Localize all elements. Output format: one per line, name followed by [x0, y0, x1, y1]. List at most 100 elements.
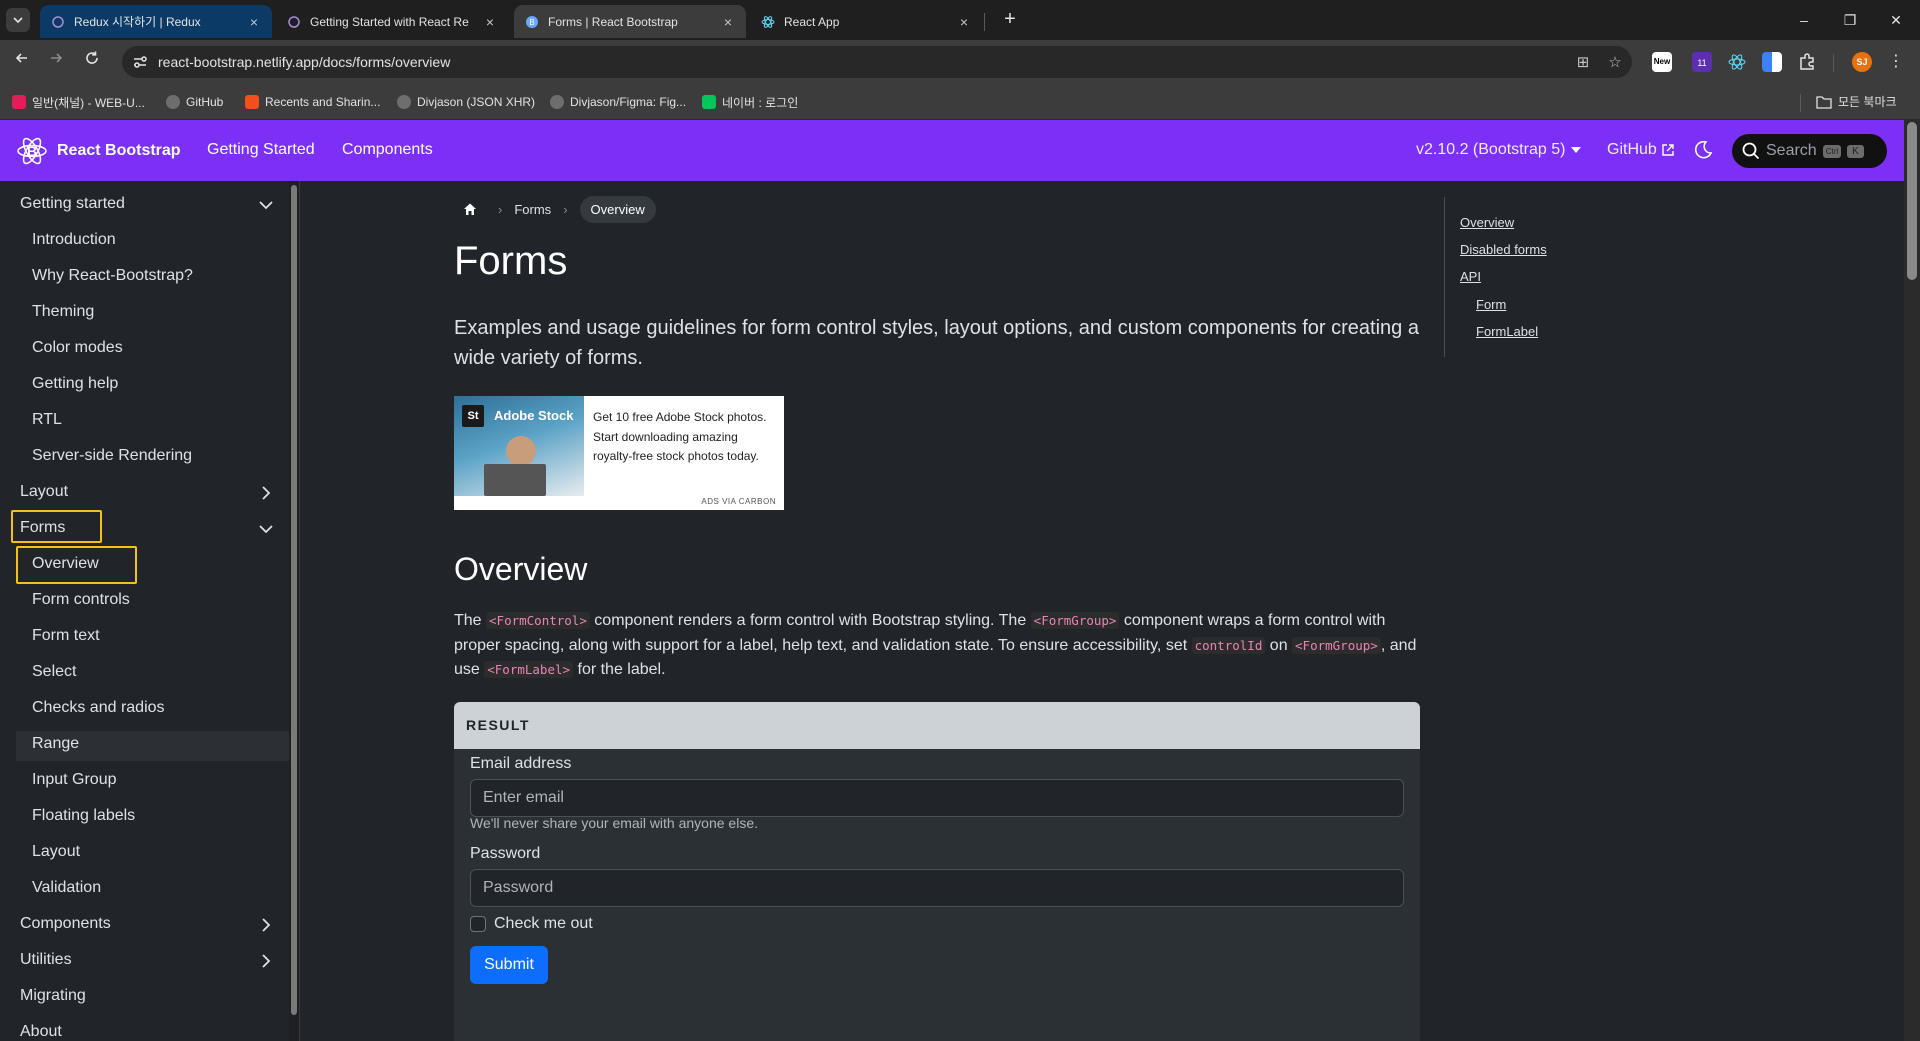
sidebar-item-why-react-bootstrap[interactable]: Why React-Bootstrap? — [32, 267, 193, 285]
sidebar-item-form-controls[interactable]: Form controls — [32, 591, 130, 609]
bookmark-item[interactable]: GitHub — [166, 93, 223, 111]
inline-code: <FormLabel> — [484, 661, 574, 678]
close-window-button[interactable]: ✕ — [1876, 8, 1916, 32]
chevron-down-icon[interactable] — [256, 519, 276, 539]
sidebar-item-form-text[interactable]: Form text — [32, 627, 100, 645]
address-bar[interactable]: react-bootstrap.netlify.app/docs/forms/o… — [122, 46, 1632, 78]
extension-badge-icon[interactable]: 11 — [1692, 52, 1712, 72]
new-tab-button[interactable]: + — [998, 8, 1022, 32]
sidebar-item-validation[interactable]: Validation — [32, 879, 101, 897]
sidebar-item-introduction[interactable]: Introduction — [32, 231, 116, 249]
close-tab-icon[interactable]: × — [246, 14, 262, 30]
sidebar-scrollbar[interactable] — [289, 181, 299, 1041]
browser-tab-redux[interactable]: Redux 시작하기 | Redux × — [40, 5, 272, 38]
breadcrumb-home[interactable] — [454, 195, 486, 223]
toc-link-disabled-forms[interactable]: Disabled forms — [1460, 242, 1547, 257]
github-link[interactable]: GitHub — [1607, 141, 1675, 159]
sidebar-item-select[interactable]: Select — [32, 663, 76, 681]
forward-button[interactable] — [44, 50, 68, 74]
theme-toggle-button[interactable] — [1693, 140, 1713, 160]
toc-link-api[interactable]: API — [1460, 269, 1481, 284]
sidebar-item-rtl[interactable]: RTL — [32, 411, 62, 429]
search-button[interactable]: Search Ctrl K — [1732, 134, 1887, 168]
chevron-down-icon[interactable] — [256, 195, 276, 215]
sidebar-item-getting-help[interactable]: Getting help — [32, 375, 118, 393]
browser-tab-getting-started[interactable]: Getting Started with React Re × — [276, 5, 508, 38]
page-scrollbar-thumb[interactable] — [1907, 122, 1917, 280]
bookmark-label: Divjason (JSON XHR) — [417, 95, 536, 109]
bookmark-item[interactable]: Divjason/Figma: Fig... — [550, 93, 686, 111]
submit-button[interactable]: Submit — [470, 946, 548, 984]
checkbox-box[interactable] — [470, 916, 486, 932]
sidebar-item-forms-layout[interactable]: Layout — [32, 843, 80, 861]
table-of-contents: Overview Disabled forms API Form FormLab… — [1444, 197, 1664, 357]
inline-code: <FormControl> — [486, 612, 590, 629]
chevron-right-icon[interactable] — [256, 483, 276, 503]
chevron-right-icon[interactable] — [256, 951, 276, 971]
toc-link-formlabel[interactable]: FormLabel — [1476, 324, 1538, 339]
reload-button[interactable] — [80, 50, 104, 74]
sidebar-group-migrating[interactable]: Migrating — [20, 987, 86, 1005]
bookmark-item[interactable]: Recents and Sharin... — [245, 93, 380, 111]
close-tab-icon[interactable]: × — [482, 14, 498, 30]
all-bookmarks-label: 모든 북마크 — [1838, 95, 1897, 109]
browser-tab-react-app[interactable]: React App × — [750, 5, 982, 38]
extension-doc-icon[interactable] — [1762, 52, 1782, 72]
nav-getting-started[interactable]: Getting Started — [207, 141, 315, 159]
page-scrollbar[interactable] — [1904, 120, 1920, 1041]
browser-tab-forms[interactable]: B Forms | React Bootstrap × — [514, 5, 746, 38]
restore-button[interactable]: ❐ — [1830, 8, 1870, 32]
chevron-right-icon[interactable] — [256, 915, 276, 935]
extensions-puzzle-icon[interactable] — [1797, 52, 1817, 72]
password-field[interactable]: Password — [470, 869, 1404, 907]
redux-icon — [50, 14, 66, 30]
back-button[interactable] — [10, 50, 34, 74]
sidebar-group-utilities[interactable]: Utilities — [20, 951, 72, 969]
checkbox-label[interactable]: Check me out — [494, 915, 593, 933]
nav-components[interactable]: Components — [342, 141, 433, 159]
sidebar-item-theming[interactable]: Theming — [32, 303, 94, 321]
brand-text: React Bootstrap — [57, 142, 181, 159]
brand-link[interactable]: B React Bootstrap — [16, 135, 181, 167]
sidebar-group-getting-started[interactable]: Getting started — [20, 195, 125, 213]
close-tab-icon[interactable]: × — [720, 14, 736, 30]
email-field[interactable]: Enter email — [470, 779, 1404, 817]
sidebar-item-input-group[interactable]: Input Group — [32, 771, 117, 789]
reload-icon — [86, 51, 98, 64]
breadcrumb-forms[interactable]: Forms — [514, 202, 551, 217]
sidebar-group-components[interactable]: Components — [20, 915, 111, 933]
url-text[interactable]: react-bootstrap.netlify.app/docs/forms/o… — [158, 54, 450, 70]
version-dropdown[interactable]: v2.10.2 (Bootstrap 5) — [1416, 141, 1582, 159]
check-me-out-checkbox[interactable]: Check me out — [470, 915, 593, 933]
site-info-icon[interactable] — [132, 54, 148, 70]
close-tab-icon[interactable]: × — [956, 14, 972, 30]
ad-image[interactable]: St Adobe Stock — [454, 396, 584, 496]
carbon-ad[interactable]: St Adobe Stock Get 10 free Adobe Stock p… — [454, 396, 784, 510]
more-menu-icon[interactable]: ⋮ — [1888, 50, 1904, 74]
sidebar-group-layout[interactable]: Layout — [20, 483, 68, 501]
sidebar-scrollbar-thumb[interactable] — [291, 185, 297, 1015]
sidebar-item-checks-radios[interactable]: Checks and radios — [32, 699, 165, 717]
toc-link-overview[interactable]: Overview — [1460, 215, 1514, 230]
toc-link-form[interactable]: Form — [1476, 297, 1506, 312]
sidebar-item-floating-labels[interactable]: Floating labels — [32, 807, 135, 825]
sidebar-item-color-modes[interactable]: Color modes — [32, 339, 123, 357]
bookmarks-bar: 일반(채널) - WEB-U... GitHub Recents and Sha… — [0, 84, 1920, 120]
bookmark-item[interactable]: 네이버 : 로그인 — [702, 93, 798, 111]
bookmark-item[interactable]: Divjason (JSON XHR) — [397, 93, 535, 111]
bookmark-star-icon[interactable]: ☆ — [1606, 54, 1624, 72]
react-devtools-icon[interactable] — [1727, 52, 1747, 72]
minimize-button[interactable]: – — [1784, 8, 1824, 32]
sidebar-item-range[interactable]: Range — [32, 735, 79, 753]
translate-icon[interactable]: ⊞ — [1574, 54, 1592, 72]
sidebar-group-about[interactable]: About — [20, 1023, 62, 1041]
ad-text[interactable]: Get 10 free Adobe Stock photos. Start do… — [593, 408, 773, 467]
all-bookmarks-button[interactable]: 모든 북마크 — [1816, 93, 1897, 110]
arrow-right-icon — [51, 53, 63, 63]
tab-list-button[interactable] — [6, 8, 30, 32]
profile-avatar[interactable]: SJ — [1852, 52, 1872, 72]
bookmark-item[interactable]: 일반(채널) - WEB-U... — [12, 93, 145, 111]
ad-via-carbon[interactable]: ADS VIA CARBON — [701, 497, 776, 506]
extension-new-icon[interactable]: New — [1652, 52, 1672, 72]
sidebar-item-ssr[interactable]: Server-side Rendering — [32, 447, 192, 465]
